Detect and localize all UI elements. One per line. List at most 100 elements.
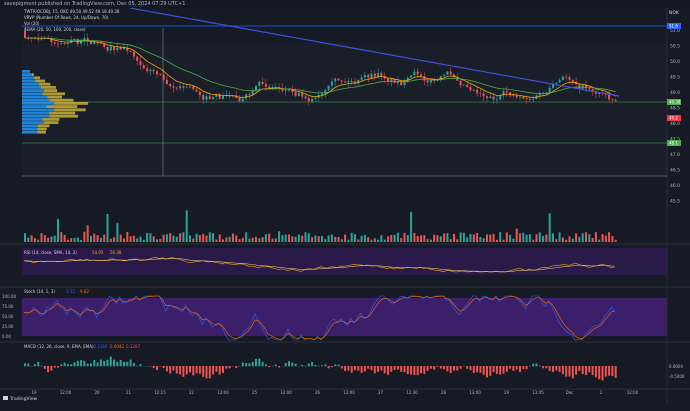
candle-body — [555, 82, 558, 84]
volume-bar — [482, 238, 485, 242]
volume-bar — [116, 222, 119, 242]
vrvp-bar-down — [37, 127, 47, 131]
macd-bar — [291, 362, 294, 367]
volume-bar — [429, 239, 432, 242]
candle-body — [509, 92, 512, 96]
candle-body — [413, 71, 416, 76]
macd-bar — [113, 359, 116, 367]
candle-body — [132, 51, 135, 57]
macd-bar — [512, 366, 515, 371]
macd-bar — [472, 366, 475, 373]
volume-bar — [317, 236, 320, 242]
candle-body — [212, 96, 215, 100]
macd-bar — [96, 362, 99, 367]
volume-bar — [522, 232, 525, 242]
candle-body — [119, 47, 122, 50]
vrvp-bar-down — [31, 73, 34, 76]
chart-area[interactable]: TWTR/OCOBJ, 15, OKC 49.50 49.52 49.18 49… — [0, 8, 690, 403]
macd-bar — [198, 366, 201, 374]
volume-bar — [83, 231, 86, 242]
volume-bar — [37, 239, 40, 242]
macd-bar — [172, 366, 175, 371]
macd-bar — [601, 366, 604, 381]
macd-bar — [40, 365, 43, 367]
volume-bar — [479, 237, 482, 242]
time-tick: Dec — [566, 390, 574, 395]
macd-bar — [505, 366, 508, 372]
candle-body — [159, 74, 162, 76]
candle-body — [60, 43, 63, 44]
candle-body — [426, 80, 429, 83]
time-tick: 12:00 — [627, 390, 639, 395]
vrvp-bar-up — [22, 95, 48, 99]
macd-bar — [367, 366, 370, 369]
volume-bar — [146, 232, 149, 242]
macd-bar — [426, 366, 429, 371]
volume-bar — [545, 234, 548, 242]
volume-bar — [334, 236, 337, 242]
macd-bar — [212, 366, 215, 375]
macd-bar — [264, 364, 267, 367]
volume-bar — [410, 212, 413, 242]
macd-bar — [116, 361, 119, 367]
macd-bar — [24, 363, 26, 367]
macd-bar — [80, 360, 83, 367]
vrvp-bar-up — [22, 82, 39, 86]
candle-body — [149, 69, 152, 72]
volume-bar — [301, 235, 304, 242]
macd-bar — [304, 365, 307, 367]
volume-bar — [344, 234, 347, 242]
volume-bar — [156, 239, 158, 242]
macd-bar — [182, 366, 185, 377]
macd-bar — [525, 366, 528, 370]
stoch-tick: 25.00 — [2, 324, 14, 329]
candle-body — [192, 86, 195, 90]
vrvp-bar-down — [35, 79, 46, 83]
macd-bar — [548, 366, 551, 371]
macd-bar — [499, 366, 502, 375]
volume-bar — [258, 238, 261, 242]
volume-bar — [591, 237, 594, 242]
macd-tick: -0.5000 — [669, 374, 685, 379]
candle-body — [416, 71, 419, 75]
volume-bar — [604, 235, 607, 242]
volume-bar — [390, 234, 393, 242]
volume-bar — [218, 234, 221, 242]
volume-bar — [373, 238, 376, 242]
macd-bar — [195, 366, 198, 374]
chart-canvas[interactable]: TWTR/OCOBJ, 15, OKC 49.50 49.52 49.18 49… — [0, 8, 690, 403]
price-tick: 48.0 — [670, 121, 680, 127]
candle-body — [486, 96, 488, 99]
candle-body — [561, 76, 564, 80]
volume-bar — [297, 234, 300, 242]
macd-bar — [383, 366, 386, 374]
candle-body — [370, 73, 373, 78]
macd-bar — [258, 358, 261, 367]
volume-bar — [47, 237, 50, 242]
candle-body — [198, 91, 201, 96]
stoch-tick: 0.00 — [2, 334, 11, 339]
volume-bar — [489, 234, 492, 242]
volume-bar — [380, 235, 383, 242]
time-tick: 26 — [315, 390, 321, 395]
volume-bar — [185, 210, 188, 242]
volume-bar — [123, 238, 125, 242]
macd-bar — [585, 366, 587, 376]
price-badge: 48.1 — [667, 140, 681, 146]
macd-bar — [255, 358, 257, 367]
macd-bar — [162, 366, 165, 368]
volume-bar — [99, 237, 102, 242]
macd-bar — [390, 366, 393, 372]
volume-bar — [281, 234, 284, 242]
candle-body — [443, 74, 446, 77]
stoch-tick: 100.00 — [2, 294, 16, 299]
macd-bar — [456, 366, 459, 371]
vrvp-bar-down — [37, 130, 46, 134]
volume-bar — [106, 214, 109, 242]
macd-bar — [396, 366, 399, 370]
macd-bar — [377, 366, 380, 372]
candle-body — [519, 96, 521, 98]
time-tick: 2 — [600, 390, 603, 395]
macd-bar — [334, 364, 337, 367]
vrvp-bar-down — [38, 82, 51, 86]
